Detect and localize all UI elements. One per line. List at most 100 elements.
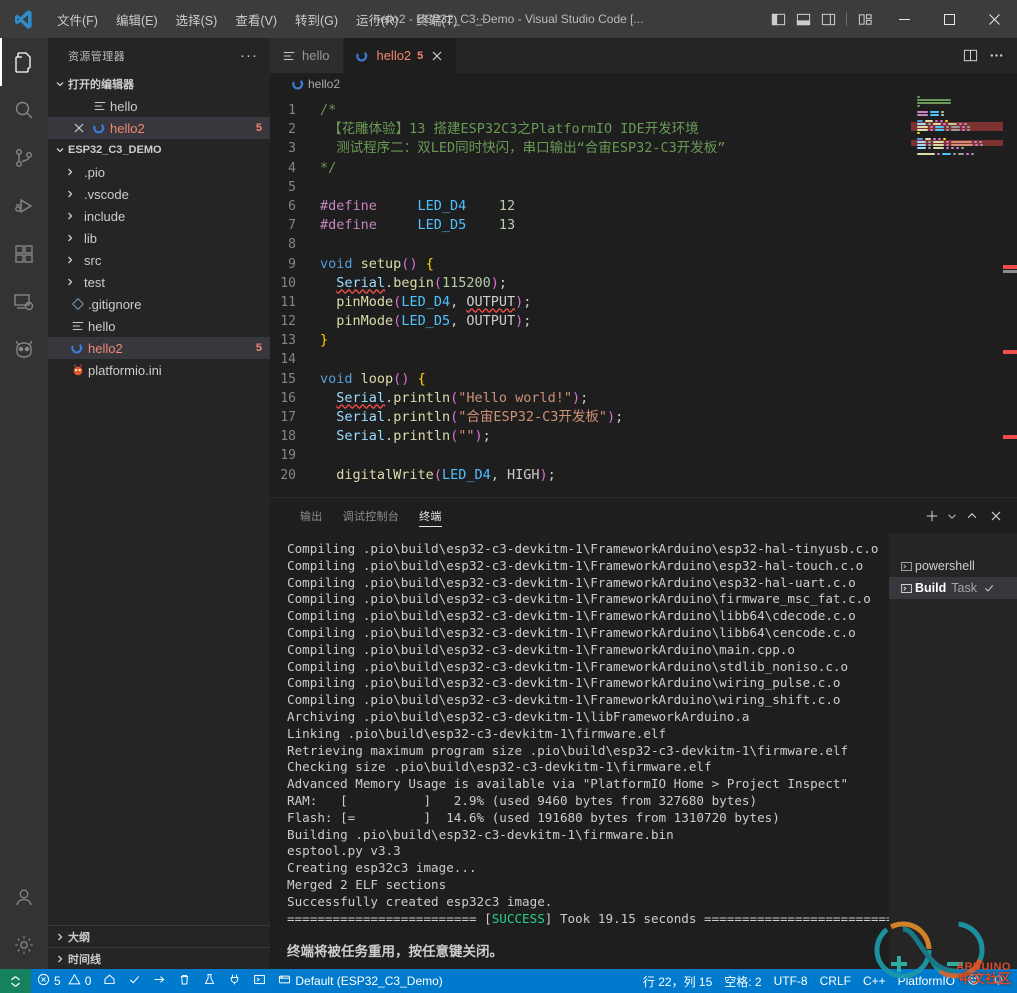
- terminal-list-item-powershell[interactable]: powershell: [889, 555, 1017, 577]
- tab-hello[interactable]: hello: [270, 38, 345, 73]
- status-platformio[interactable]: PlatformIO: [892, 969, 961, 993]
- activity-item-platformio[interactable]: [0, 326, 48, 374]
- maximize-panel-icon[interactable]: [961, 505, 983, 527]
- terminal-output[interactable]: Compiling .pio\build\esp32-c3-devkitm-1\…: [270, 533, 889, 969]
- activity-bar: [0, 38, 48, 969]
- status-cursor-position[interactable]: 行 22，列 15: [637, 969, 718, 993]
- activity-item-search[interactable]: [0, 86, 48, 134]
- chevron-down-icon[interactable]: [945, 505, 959, 527]
- terminal-icon: [897, 561, 915, 572]
- code-token: 115200: [441, 274, 491, 291]
- activity-item-accounts[interactable]: [0, 873, 48, 921]
- panel-left-icon[interactable]: [767, 7, 789, 31]
- status-pio-project-env[interactable]: Default (ESP32_C3_Demo): [272, 969, 448, 993]
- check-icon: [983, 582, 995, 594]
- code-line: 3 测试程序二：双LED同时快闪，串口输出“合宙ESP32-C3开发板”: [270, 139, 1017, 158]
- split-editor-icon[interactable]: [959, 45, 981, 67]
- menu-file[interactable]: 文件(F): [48, 0, 107, 38]
- code-token: ;: [523, 293, 532, 310]
- minimap-segment: [933, 122, 941, 125]
- minimap-segment: [937, 152, 940, 155]
- remote-indicator-icon[interactable]: [0, 969, 31, 993]
- tab-output[interactable]: 输出: [290, 498, 333, 533]
- status-pio-test[interactable]: [197, 969, 222, 993]
- tab-terminal[interactable]: 终端: [409, 498, 452, 533]
- status-eol[interactable]: CRLF: [814, 969, 857, 993]
- timeline-section-header[interactable]: 时间线: [48, 947, 270, 969]
- code-token: LED_D4: [417, 197, 467, 214]
- menu-go[interactable]: 转到(G): [286, 0, 347, 38]
- activity-item-extensions[interactable]: [0, 230, 48, 278]
- tree-item-include[interactable]: include: [48, 205, 270, 227]
- close-icon[interactable]: [972, 0, 1017, 38]
- status-feedback[interactable]: [961, 969, 986, 993]
- menu-run[interactable]: 运行(R): [347, 0, 407, 38]
- tab-hello2[interactable]: hello2 5: [344, 38, 458, 73]
- code-token: .: [385, 428, 394, 445]
- tree-item-src[interactable]: src: [48, 249, 270, 271]
- menu-edit[interactable]: 编辑(E): [107, 0, 167, 38]
- tree-item-platformio-ini[interactable]: platformio.ini: [48, 359, 270, 381]
- breadcrumb[interactable]: hello2: [270, 73, 1017, 95]
- panel-right-icon[interactable]: [817, 7, 839, 31]
- activity-item-remote-explorer[interactable]: [0, 278, 48, 326]
- activity-item-source-control[interactable]: [0, 134, 48, 182]
- status-notifications[interactable]: [986, 969, 1011, 993]
- minimap-segment: [945, 140, 949, 143]
- tree-item-gitignore[interactable]: .gitignore: [48, 293, 270, 315]
- customize-layout-icon[interactable]: [854, 7, 876, 31]
- tree-item-lib[interactable]: lib: [48, 227, 270, 249]
- add-terminal-icon[interactable]: [921, 505, 943, 527]
- close-editor-icon[interactable]: [68, 123, 90, 133]
- terminal-closing-note: 终端将被任务重用，按任意键关闭。: [287, 944, 503, 960]
- minimap-segment: [917, 98, 951, 101]
- project-root-header[interactable]: ESP32_C3_DEMO: [48, 139, 270, 161]
- open-editor-hello[interactable]: hello: [48, 95, 270, 117]
- minimap-segment: [917, 113, 928, 116]
- status-pio-upload[interactable]: [147, 969, 172, 993]
- tab-debug-console[interactable]: 调试控制台: [333, 498, 410, 533]
- menu-terminal[interactable]: 终端(T): [407, 0, 466, 38]
- menu-more[interactable]: ···: [466, 0, 497, 38]
- terminal-line: esptool.py v3.3: [287, 843, 401, 859]
- minimap-segment: [958, 152, 964, 155]
- code-content[interactable]: 1 /* 2 【花雕体验】13 搭建ESP32C3之PlatformIO IDE开发…: [270, 95, 1017, 497]
- maximize-icon[interactable]: [927, 0, 972, 38]
- status-pio-terminal[interactable]: [247, 969, 272, 993]
- activity-item-explorer[interactable]: [0, 38, 48, 86]
- status-pio-home[interactable]: [97, 969, 122, 993]
- tree-item-hello2[interactable]: hello2 5: [48, 337, 270, 359]
- status-encoding[interactable]: UTF-8: [768, 969, 814, 993]
- status-language-mode[interactable]: C++: [857, 969, 892, 993]
- overview-scroll-thumb[interactable]: [1003, 270, 1017, 273]
- status-pio-clean[interactable]: [172, 969, 197, 993]
- line-number: 11: [280, 294, 296, 310]
- close-icon[interactable]: [428, 47, 446, 65]
- status-indentation[interactable]: 空格: 2: [718, 969, 767, 993]
- close-panel-icon[interactable]: [985, 505, 1007, 527]
- minimize-icon[interactable]: [882, 0, 927, 38]
- more-actions-icon[interactable]: [985, 45, 1007, 67]
- activity-item-settings-gear[interactable]: [0, 921, 48, 969]
- tree-item-test[interactable]: test: [48, 271, 270, 293]
- open-editor-hello2[interactable]: hello2 5: [48, 117, 270, 139]
- code-token: Serial: [336, 409, 386, 425]
- tree-item-vscode[interactable]: .vscode: [48, 183, 270, 205]
- activity-item-run-and-debug[interactable]: [0, 182, 48, 230]
- minimap[interactable]: [911, 95, 1003, 497]
- tree-item-pio[interactable]: .pio: [48, 161, 270, 183]
- status-problems[interactable]: 5 0: [31, 969, 97, 993]
- terminal-list-item-build[interactable]: Build Task: [889, 577, 1017, 599]
- menu-selection[interactable]: 选择(S): [167, 0, 227, 38]
- open-editors-header[interactable]: 打开的编辑器: [48, 73, 270, 95]
- outline-section-header[interactable]: 大纲: [48, 925, 270, 947]
- status-pio-build[interactable]: [122, 969, 147, 993]
- code-editor[interactable]: 1 /* 2 【花雕体验】13 搭建ESP32C3之PlatformIO IDE开发…: [270, 95, 1017, 497]
- panel-bottom-icon[interactable]: [792, 7, 814, 31]
- menu-view[interactable]: 查看(V): [226, 0, 286, 38]
- status-pio-serial-monitor[interactable]: [222, 969, 247, 993]
- sidebar-more-actions-icon[interactable]: ···: [240, 47, 262, 64]
- tree-item-hello[interactable]: hello: [48, 315, 270, 337]
- overview-ruler[interactable]: [1003, 95, 1017, 497]
